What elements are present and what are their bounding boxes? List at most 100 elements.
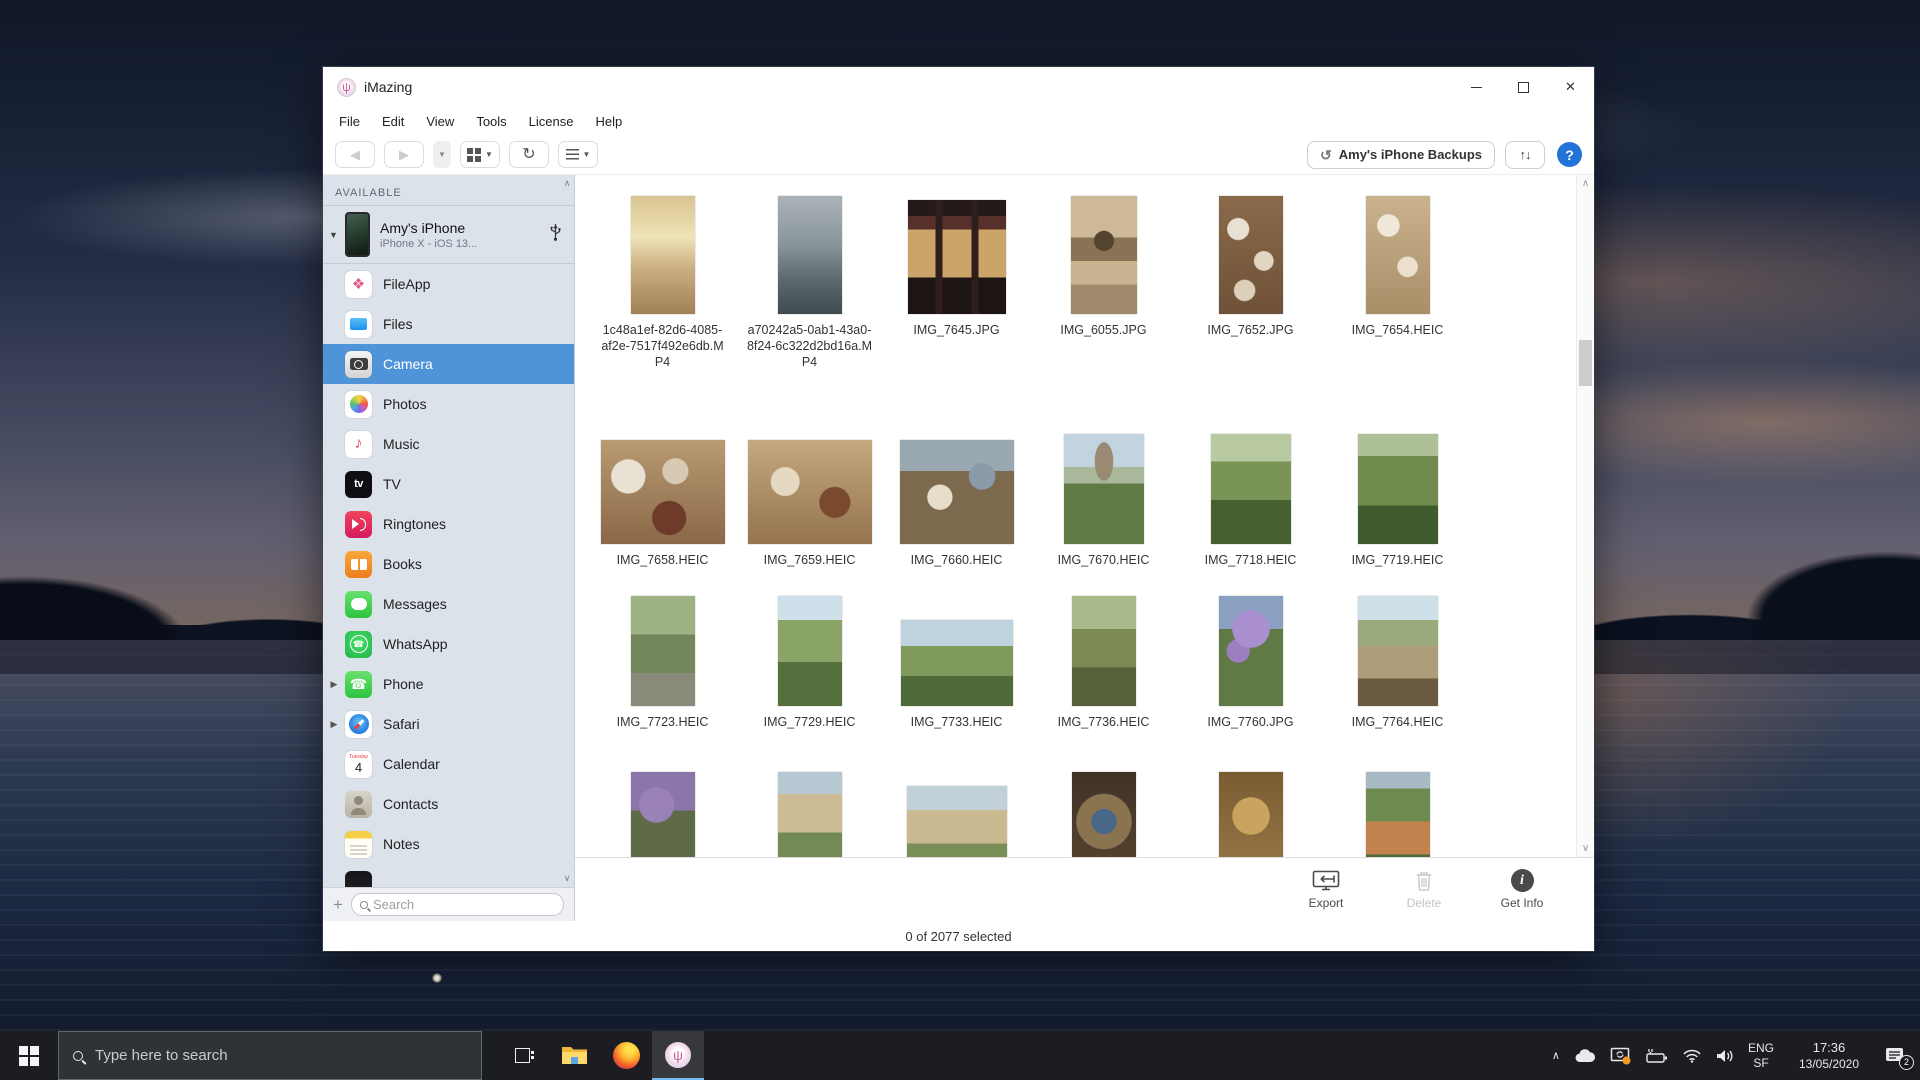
- photo-thumbnail[interactable]: [901, 620, 1013, 706]
- photo-cell[interactable]: IMG_7760.JPG: [1177, 584, 1324, 760]
- sidebar-scrollbar[interactable]: ∧ ∨: [560, 175, 574, 887]
- expand-icon[interactable]: ▶: [323, 719, 345, 730]
- content-scrollbar[interactable]: ∧ ∨: [1576, 175, 1594, 857]
- battery-icon[interactable]: [1645, 1048, 1669, 1064]
- language-indicator[interactable]: ENG SF: [1748, 1041, 1774, 1071]
- photo-thumbnail[interactable]: [631, 772, 695, 857]
- photo-cell[interactable]: IMG_7658.HEIC: [589, 422, 736, 584]
- photo-cell[interactable]: 1c48a1ef-82d6-4085-af2e-7517f492e6db.MP4: [589, 192, 736, 422]
- titlebar[interactable]: ψ iMazing ✕: [323, 67, 1594, 107]
- view-mode-button[interactable]: ▼: [460, 141, 500, 168]
- search-input[interactable]: [373, 897, 555, 912]
- sidebar-item-calendar[interactable]: Calendar: [323, 744, 574, 784]
- sidebar-item-fileapp[interactable]: FileApp: [323, 264, 574, 304]
- photo-thumbnail[interactable]: [1358, 434, 1438, 544]
- sidebar-item-voicememos[interactable]: [323, 864, 574, 887]
- display-sync-icon[interactable]: [1610, 1047, 1632, 1065]
- clock[interactable]: 17:36 13/05/2020: [1787, 1040, 1871, 1072]
- photo-thumbnail[interactable]: [748, 440, 872, 544]
- photo-cell[interactable]: [589, 760, 736, 857]
- photo-thumbnail[interactable]: [1211, 434, 1291, 544]
- sidebar-item-tv[interactable]: TV: [323, 464, 574, 504]
- photo-thumbnail[interactable]: [601, 440, 725, 544]
- sidebar-item-photos[interactable]: Photos: [323, 384, 574, 424]
- close-button[interactable]: ✕: [1547, 67, 1594, 107]
- sidebar-item-phone[interactable]: ▶Phone: [323, 664, 574, 704]
- get-info-button[interactable]: i Get Info: [1490, 869, 1554, 910]
- photo-thumbnail[interactable]: [631, 196, 695, 314]
- photo-cell[interactable]: IMG_7659.HEIC: [736, 422, 883, 584]
- photo-cell[interactable]: IMG_7729.HEIC: [736, 584, 883, 760]
- photo-cell[interactable]: [736, 760, 883, 857]
- taskbar-search-input[interactable]: [95, 1047, 467, 1064]
- device-row[interactable]: ▼ Amy's iPhone iPhone X - iOS 13...: [323, 206, 574, 264]
- photo-cell[interactable]: [1177, 760, 1324, 857]
- photo-thumbnail[interactable]: [1064, 434, 1144, 544]
- photo-cell[interactable]: [883, 760, 1030, 857]
- start-button[interactable]: [0, 1031, 58, 1080]
- photo-cell[interactable]: IMG_7654.HEIC: [1324, 192, 1471, 422]
- photo-thumbnail[interactable]: [908, 200, 1006, 314]
- photo-thumbnail[interactable]: [778, 596, 842, 706]
- photo-thumbnail[interactable]: [1219, 772, 1283, 857]
- menu-tools[interactable]: Tools: [476, 114, 506, 129]
- photo-thumbnail[interactable]: [631, 596, 695, 706]
- sidebar-search-field[interactable]: [351, 893, 564, 916]
- photo-cell[interactable]: IMG_7670.HEIC: [1030, 422, 1177, 584]
- photo-thumbnail[interactable]: [1072, 772, 1136, 857]
- file-explorer-button[interactable]: [548, 1031, 600, 1080]
- sidebar-item-safari[interactable]: ▶Safari: [323, 704, 574, 744]
- sidebar-item-music[interactable]: Music: [323, 424, 574, 464]
- device-collapse-icon[interactable]: ▼: [329, 230, 345, 240]
- taskbar-search[interactable]: [58, 1031, 482, 1080]
- add-button[interactable]: +: [333, 896, 343, 913]
- export-button[interactable]: Export: [1294, 870, 1358, 910]
- onedrive-icon[interactable]: [1573, 1048, 1597, 1064]
- photo-thumbnail[interactable]: [900, 440, 1014, 544]
- photo-cell[interactable]: IMG_7764.HEIC: [1324, 584, 1471, 760]
- sidebar-item-files[interactable]: Files: [323, 304, 574, 344]
- photo-thumbnail[interactable]: [907, 786, 1007, 857]
- scroll-up-icon[interactable]: ∧: [564, 178, 571, 189]
- scroll-down-icon[interactable]: ∨: [1582, 843, 1589, 854]
- backups-button[interactable]: ↺ Amy's iPhone Backups: [1307, 141, 1495, 169]
- menu-help[interactable]: Help: [595, 114, 622, 129]
- refresh-button[interactable]: ↻: [509, 141, 549, 168]
- photo-cell[interactable]: [1324, 760, 1471, 857]
- nav-dropdown-button[interactable]: ▼: [433, 141, 451, 168]
- photo-thumbnail[interactable]: [1366, 772, 1430, 857]
- wifi-icon[interactable]: [1682, 1048, 1702, 1063]
- sidebar-item-contacts[interactable]: Contacts: [323, 784, 574, 824]
- photo-cell[interactable]: IMG_7719.HEIC: [1324, 422, 1471, 584]
- notifications-button[interactable]: 2: [1884, 1046, 1908, 1066]
- back-button[interactable]: ◀: [335, 141, 375, 168]
- sort-options-button[interactable]: ▼: [558, 141, 598, 168]
- photo-thumbnail[interactable]: [1366, 196, 1430, 314]
- photo-cell[interactable]: IMG_7652.JPG: [1177, 192, 1324, 422]
- photo-thumbnail[interactable]: [778, 196, 842, 314]
- sidebar-item-books[interactable]: Books: [323, 544, 574, 584]
- forward-button[interactable]: ▶: [384, 141, 424, 168]
- photo-cell[interactable]: a70242a5-0ab1-43a0-8f24-6c322d2bd16a.MP4: [736, 192, 883, 422]
- photo-cell[interactable]: [1030, 760, 1177, 857]
- menu-view[interactable]: View: [426, 114, 454, 129]
- photo-thumbnail[interactable]: [1358, 596, 1438, 706]
- sidebar-item-ringtones[interactable]: Ringtones: [323, 504, 574, 544]
- delete-button[interactable]: Delete: [1392, 870, 1456, 910]
- help-button[interactable]: ?: [1557, 142, 1582, 167]
- menu-license[interactable]: License: [529, 114, 574, 129]
- sidebar-item-whatsapp[interactable]: WhatsApp: [323, 624, 574, 664]
- minimize-button[interactable]: [1453, 67, 1500, 107]
- hidden-icons-chevron[interactable]: ∧: [1552, 1049, 1560, 1062]
- photo-thumbnail[interactable]: [1072, 596, 1136, 706]
- sidebar-item-camera[interactable]: Camera: [323, 344, 574, 384]
- expand-icon[interactable]: ▶: [323, 679, 345, 690]
- sidebar-item-messages[interactable]: Messages: [323, 584, 574, 624]
- photo-thumbnail[interactable]: [1219, 196, 1283, 314]
- scrollbar-thumb[interactable]: [1579, 340, 1592, 386]
- photo-cell[interactable]: IMG_7736.HEIC: [1030, 584, 1177, 760]
- scroll-down-icon[interactable]: ∨: [564, 873, 571, 884]
- firefox-button[interactable]: [600, 1031, 652, 1080]
- menu-file[interactable]: File: [339, 114, 360, 129]
- photo-cell[interactable]: IMG_7733.HEIC: [883, 584, 1030, 760]
